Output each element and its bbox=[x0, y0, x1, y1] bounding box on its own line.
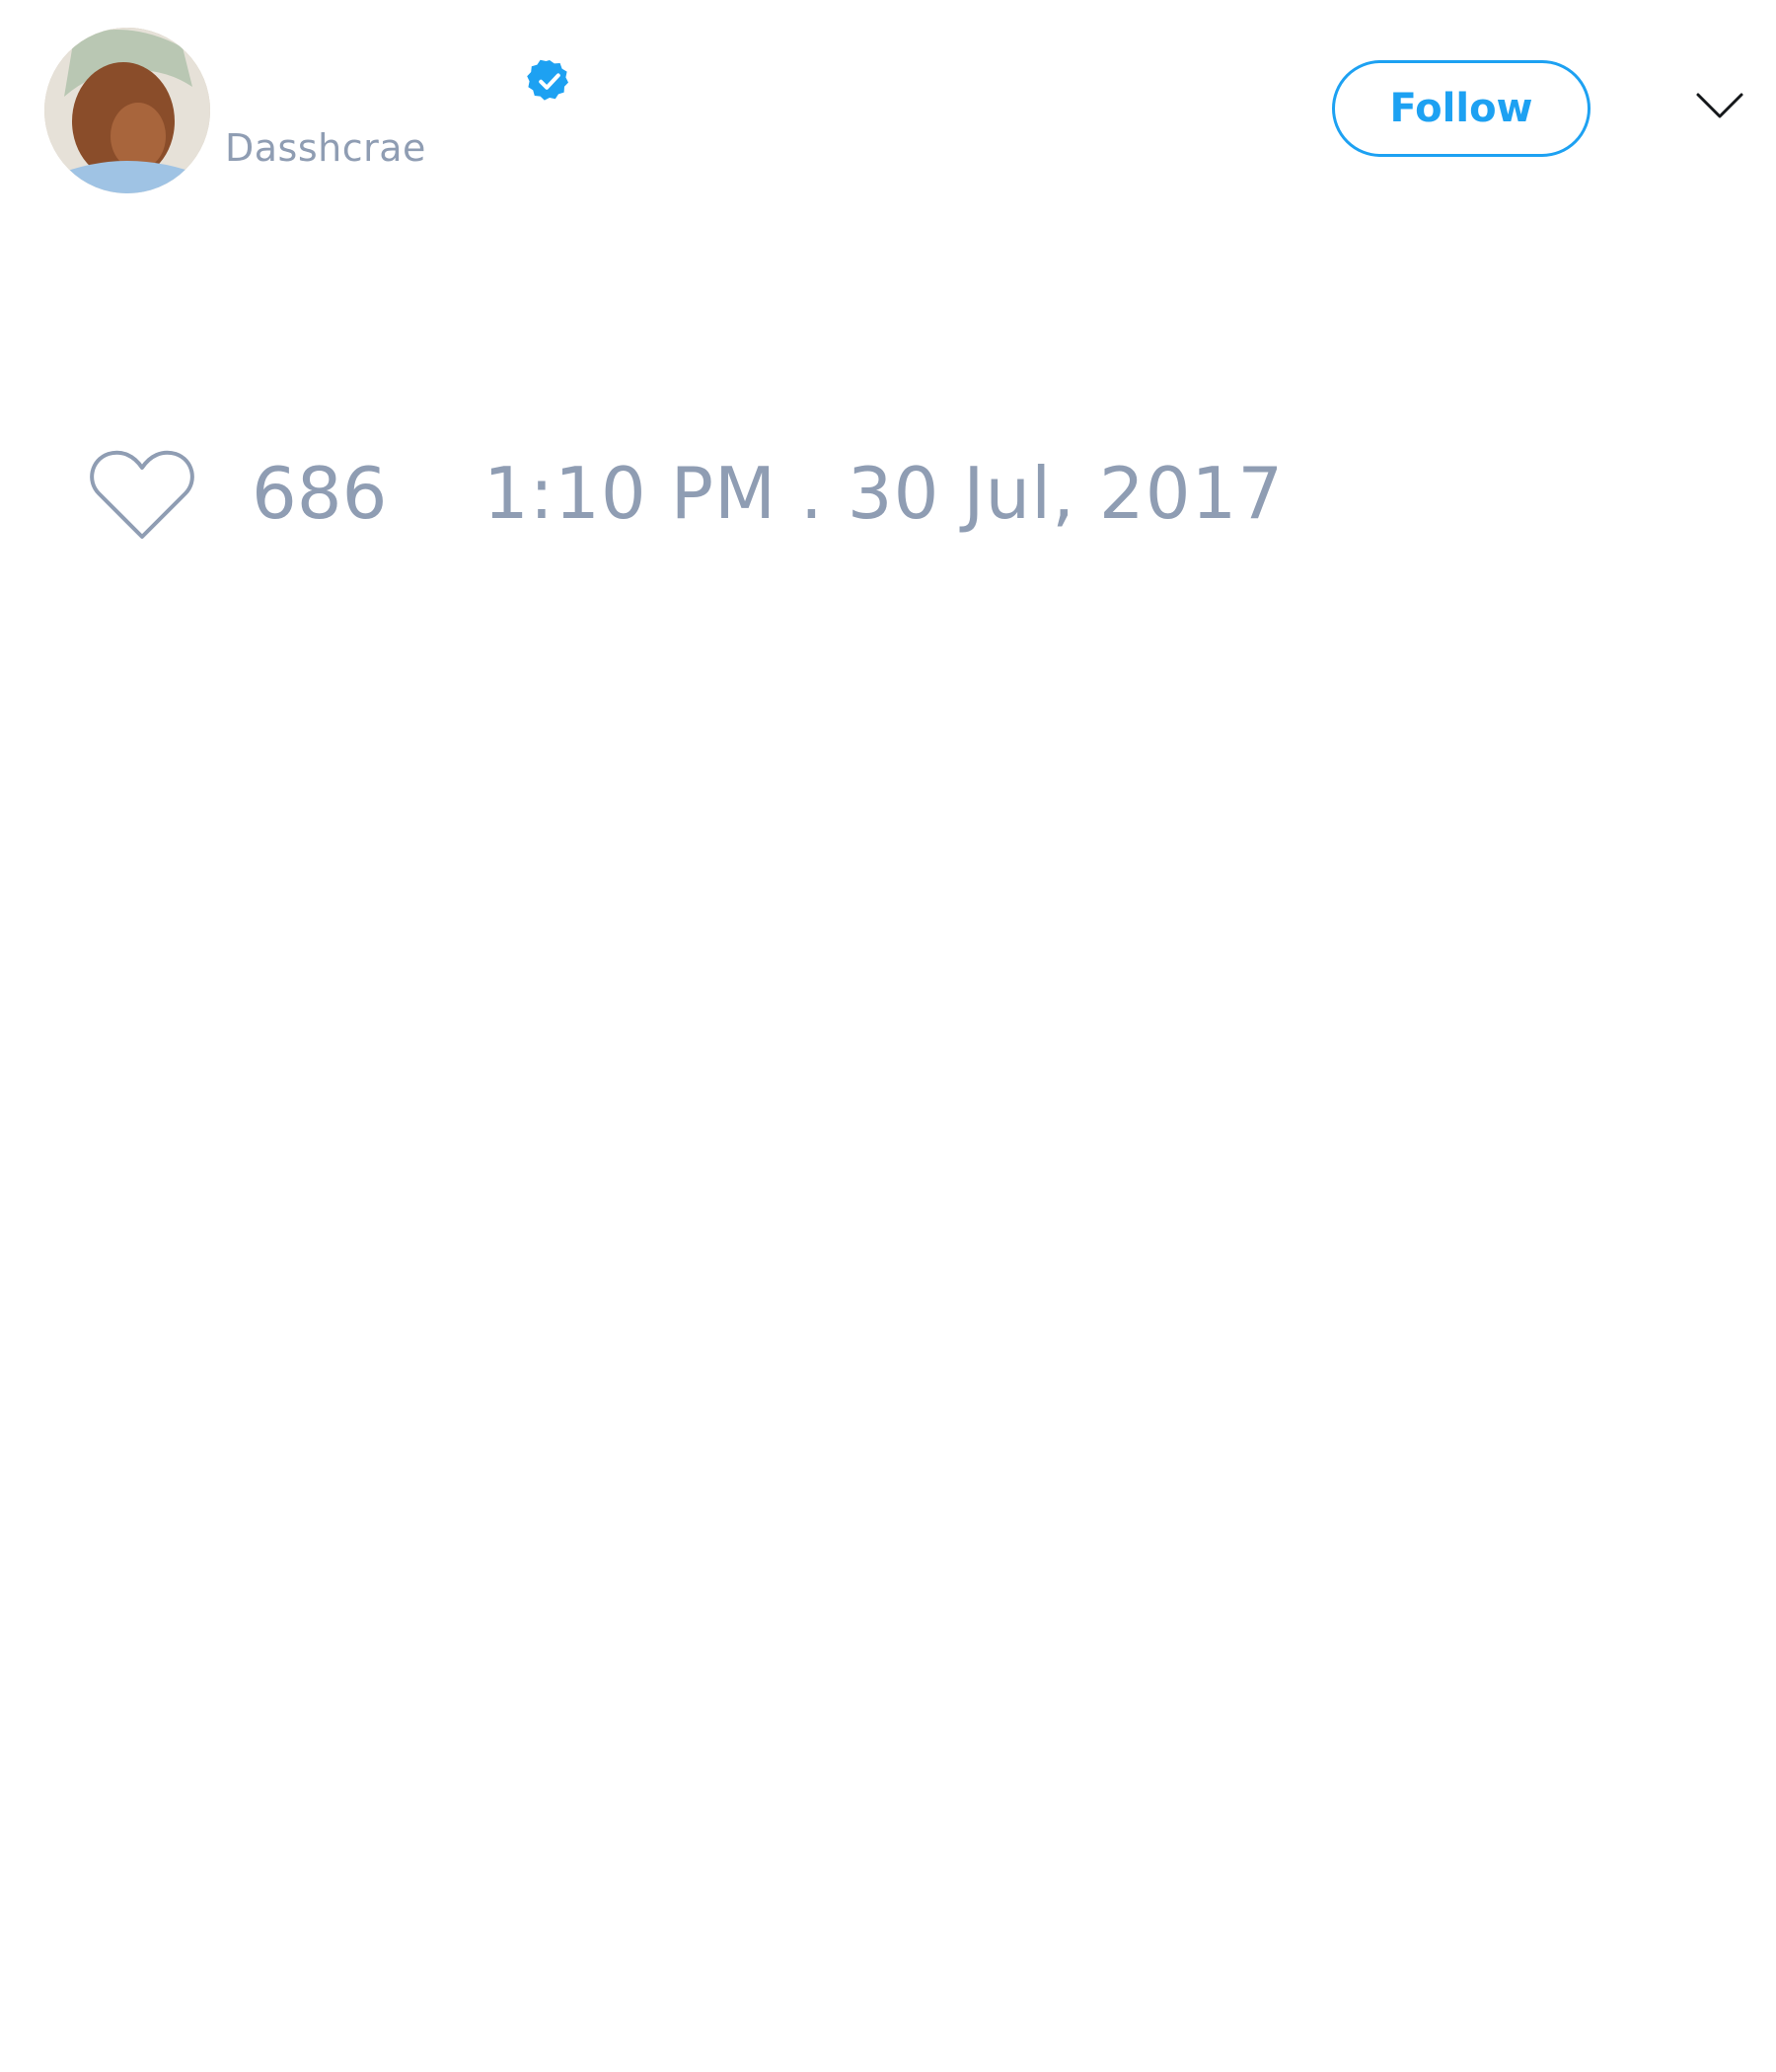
heart-outline-icon[interactable] bbox=[89, 448, 195, 543]
verified-badge-icon bbox=[527, 59, 568, 101]
timestamp[interactable]: 1:10 PM . 30 Jul, 2017 bbox=[483, 452, 1284, 535]
like-count[interactable]: 686 bbox=[252, 452, 387, 535]
avatar[interactable] bbox=[44, 28, 210, 193]
follow-button[interactable]: Follow bbox=[1332, 60, 1591, 157]
chevron-down-icon[interactable] bbox=[1695, 91, 1744, 120]
username[interactable]: Dasshcrae bbox=[225, 126, 426, 170]
avatar-image bbox=[44, 28, 210, 193]
